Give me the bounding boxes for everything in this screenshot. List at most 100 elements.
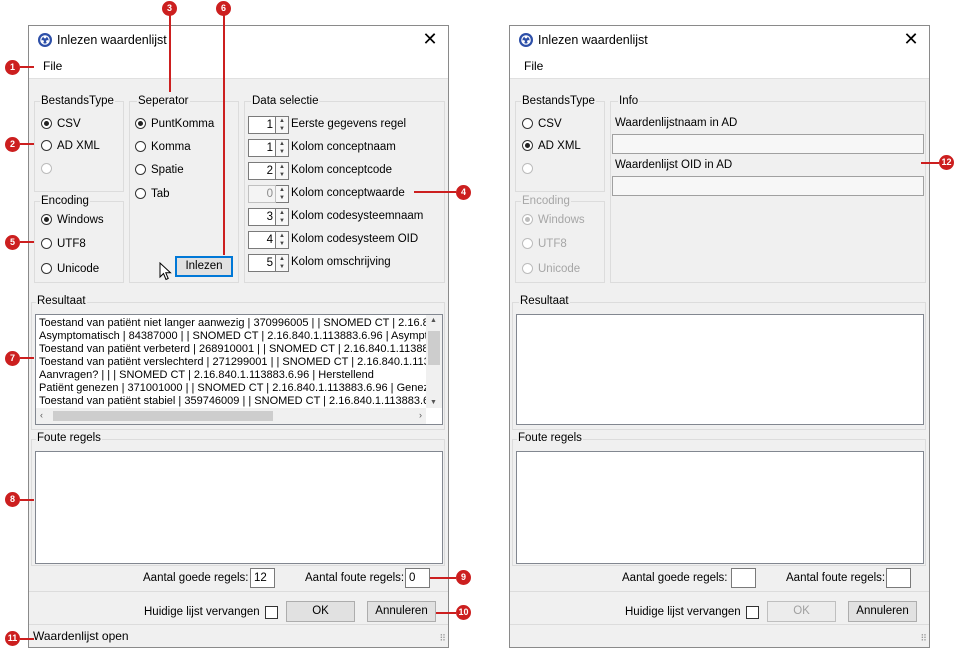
resultaat-line: Toestand van patiënt verslechterd | 2712… [39, 356, 430, 368]
encoding-label: Encoding [521, 195, 571, 207]
separator-line [29, 591, 448, 592]
foute-regels-label: Foute regels [517, 432, 583, 444]
spin-conceptwaarde[interactable]: 0 ▲ ▼ [248, 185, 291, 203]
spin-omschrijving-label: Kolom omschrijving [291, 256, 391, 268]
right-titlebar: Inlezen waardenlijst ✕ [510, 26, 929, 54]
waardenlijstnaam-label: Waardenlijstnaam in AD [615, 117, 738, 129]
mouse-cursor-icon [159, 262, 172, 281]
info-label: Info [618, 95, 640, 107]
foute-regels-label: Foute regels [36, 432, 102, 444]
annotation-marker-6: 6 [216, 1, 231, 16]
vervangen-label: Huidige lijst vervangen [625, 606, 741, 618]
annotation-marker-12: 12 [939, 155, 954, 170]
spin-eerste-regel[interactable]: 1 ▲ ▼ [248, 116, 291, 134]
annotation-marker-3: 3 [162, 1, 177, 16]
goede-regels-value[interactable] [731, 568, 756, 588]
menu-file[interactable]: File [43, 59, 62, 73]
annotation-marker-8: 8 [5, 492, 20, 507]
foute-regels-value[interactable] [886, 568, 911, 588]
marker-2-line [20, 143, 34, 145]
resultaat-hscrollbar[interactable]: ‹ › [36, 408, 426, 424]
close-icon[interactable]: ✕ [420, 29, 440, 49]
marker-3-line [169, 15, 171, 92]
radio-csv[interactable]: CSV [41, 118, 81, 130]
spin-conceptcode[interactable]: 2 ▲ ▼ [248, 162, 291, 180]
resultaat-textarea[interactable] [516, 314, 924, 425]
vervangen-label: Huidige lijst vervangen [144, 606, 260, 618]
marker-9-line [430, 577, 456, 579]
resultaat-vscrollbar[interactable]: ▲ ▼ [426, 315, 442, 408]
ok-button[interactable]: OK [286, 601, 355, 622]
annotation-marker-11: 11 [5, 631, 20, 646]
resultaat-label: Resultaat [519, 295, 570, 307]
waardenlijst-oid-field[interactable] [612, 176, 924, 196]
annuleren-button[interactable]: Annuleren [848, 601, 917, 622]
radio-unicode: Unicode [522, 263, 580, 275]
marker-1-line [20, 66, 34, 68]
radio-tab[interactable]: Tab [135, 188, 170, 200]
marker-5-line [20, 241, 34, 243]
foute-regels-textarea[interactable] [35, 451, 443, 564]
resultaat-line: Toestand van patiënt verbeterd | 2689100… [39, 343, 429, 355]
foute-regels-value[interactable]: 0 [405, 568, 430, 588]
annotation-marker-9: 9 [456, 570, 471, 585]
marker-7-line [20, 357, 34, 359]
radio-windows[interactable]: Windows [41, 214, 104, 226]
radio-utf8: UTF8 [522, 238, 567, 250]
statusbar: ⠿ [510, 624, 929, 647]
resize-grip-icon[interactable]: ⠿ [439, 633, 446, 644]
vervangen-checkbox[interactable] [265, 606, 278, 619]
radio-third-disabled [522, 163, 538, 175]
close-icon[interactable]: ✕ [901, 29, 921, 49]
resultaat-line: Patiënt genezen | 371001000 | | SNOMED C… [39, 382, 436, 394]
spin-eerste-regel-label: Eerste gegevens regel [291, 118, 407, 130]
radio-third-disabled [41, 163, 57, 175]
radio-utf8[interactable]: UTF8 [41, 238, 86, 250]
goede-regels-value[interactable]: 12 [250, 568, 275, 588]
vervangen-checkbox[interactable] [746, 606, 759, 619]
bestandstype-label: BestandsType [521, 95, 596, 107]
spin-codesysteem-oid[interactable]: 4 ▲ ▼ [248, 231, 291, 249]
app-icon [519, 33, 533, 47]
annuleren-button[interactable]: Annuleren [367, 601, 436, 622]
status-text: Waardenlijst open [33, 629, 129, 643]
radio-komma[interactable]: Komma [135, 141, 191, 153]
left-titlebar: Inlezen waardenlijst ✕ [29, 26, 448, 54]
spin-conceptnaam[interactable]: 1 ▲ ▼ [248, 139, 291, 157]
ok-button: OK [767, 601, 836, 622]
radio-csv[interactable]: CSV [522, 118, 562, 130]
marker-6-line [223, 15, 225, 255]
spin-omschrijving[interactable]: 5 ▲ ▼ [248, 254, 291, 272]
waardenlijstnaam-field[interactable] [612, 134, 924, 154]
goede-regels-label: Aantal goede regels: [622, 572, 728, 584]
data-selectie-label: Data selectie [251, 95, 320, 107]
marker-8-line [20, 499, 34, 501]
goede-regels-label: Aantal goede regels: [143, 572, 249, 584]
resultaat-line: Toestand van patiënt stabiel | 359746009… [39, 395, 433, 407]
spin-codesysteemnaam[interactable]: 3 ▲ ▼ [248, 208, 291, 226]
annotation-marker-5: 5 [5, 235, 20, 250]
foute-regels-textarea[interactable] [516, 451, 924, 564]
window-title: Inlezen waardenlijst [57, 33, 167, 47]
spin-codesysteemnaam-label: Kolom codesysteemnaam [291, 210, 424, 222]
separator-line [510, 591, 929, 592]
spin-conceptwaarde-label: Kolom conceptwaarde [291, 187, 405, 199]
annotation-marker-10: 10 [456, 605, 471, 620]
spin-conceptnaam-label: Kolom conceptnaam [291, 141, 396, 153]
radio-ad-xml[interactable]: AD XML [41, 140, 100, 152]
resultaat-line: Toestand van patiënt niet langer aanwezi… [39, 317, 435, 329]
resultaat-line: Aanvragen? | | | SNOMED CT | 2.16.840.1.… [39, 369, 374, 381]
annotation-marker-2: 2 [5, 137, 20, 152]
app-icon [38, 33, 52, 47]
radio-unicode[interactable]: Unicode [41, 263, 99, 275]
radio-spatie[interactable]: Spatie [135, 164, 184, 176]
radio-windows: Windows [522, 214, 585, 226]
marker-10-line [436, 612, 456, 614]
radio-ad-xml[interactable]: AD XML [522, 140, 581, 152]
resize-grip-icon[interactable]: ⠿ [920, 633, 927, 644]
right-dialog: Inlezen waardenlijst ✕ File BestandsType… [509, 25, 930, 648]
menu-file[interactable]: File [524, 59, 543, 73]
inlezen-button[interactable]: Inlezen [175, 256, 233, 277]
resultaat-textarea[interactable]: Toestand van patiënt niet langer aanwezi… [35, 314, 443, 425]
radio-puntkomma[interactable]: PuntKomma [135, 118, 214, 130]
